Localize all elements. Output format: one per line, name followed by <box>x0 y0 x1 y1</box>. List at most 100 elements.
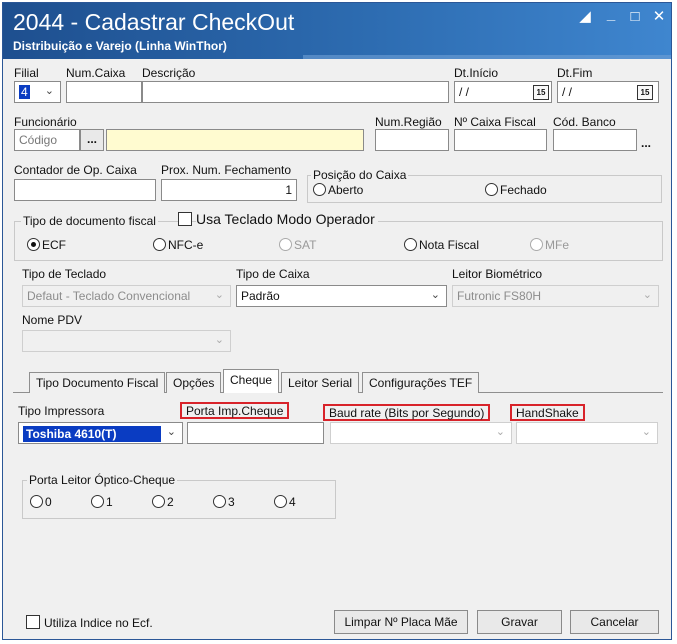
radio-aberto[interactable]: Aberto <box>313 183 363 197</box>
num-caixa-fiscal-input[interactable] <box>454 129 547 151</box>
tipo-teclado-select: Defaut - Teclado Convencional ⌄ <box>22 285 231 307</box>
radio-porta-0[interactable]: 0 <box>30 495 52 509</box>
radio-circle <box>152 495 165 508</box>
radio-circle <box>91 495 104 508</box>
cancelar-button[interactable]: Cancelar <box>570 610 659 634</box>
funcionario-name-input[interactable] <box>106 129 364 151</box>
handshake-label: HandShake <box>510 404 585 421</box>
tab-leitor-serial[interactable]: Leitor Serial <box>281 372 360 393</box>
minimize-icon[interactable]: _ <box>601 7 621 23</box>
maximize-icon[interactable]: □ <box>625 9 645 25</box>
window-title: 2044 - Cadastrar CheckOut <box>13 9 295 35</box>
calendar-icon[interactable]: 15 <box>533 85 549 100</box>
funcionario-label: Funcionário <box>14 115 77 129</box>
radio-nfce-label: NFC-e <box>168 238 204 252</box>
tipo-caixa-value: Padrão <box>241 289 280 303</box>
chevron-down-icon: ⌄ <box>214 289 224 301</box>
radio-nota-fiscal[interactable]: Nota Fiscal <box>404 238 479 252</box>
baud-rate-label: Baud rate (Bits por Segundo) <box>323 404 491 421</box>
codigo-input[interactable]: Código <box>14 129 80 151</box>
calendar-icon[interactable]: 15 <box>637 85 653 100</box>
chevron-down-icon: ⌄ <box>166 426 176 438</box>
usa-teclado-checkbox[interactable] <box>178 212 192 226</box>
handshake-select[interactable]: ⌄ <box>516 422 658 444</box>
chevron-down-icon: ⌄ <box>495 426 505 438</box>
radio-circle <box>404 238 417 251</box>
tab-cheque[interactable]: Cheque <box>223 369 280 393</box>
title-decoration <box>303 55 671 59</box>
num-regiao-label: Num.Região <box>375 115 442 129</box>
radio-aberto-label: Aberto <box>328 183 364 197</box>
radio-circle <box>313 183 326 196</box>
contador-input[interactable] <box>14 179 156 201</box>
chevron-down-icon: ⌄ <box>641 426 651 438</box>
utiliza-indice-checkbox[interactable] <box>26 615 40 629</box>
radio-circle <box>153 238 166 251</box>
tab-configuracoes-tef[interactable]: Configurações TEF <box>362 372 480 393</box>
radio-nfce[interactable]: NFC-e <box>153 238 203 252</box>
lookup-button[interactable]: ... <box>80 129 104 151</box>
num-caixa-input[interactable] <box>66 81 142 103</box>
chevron-down-icon: ⌄ <box>430 289 440 301</box>
radio-ecf[interactable]: ECF <box>27 238 66 252</box>
dt-fim-value: / / <box>562 85 573 99</box>
gravar-button[interactable]: Gravar <box>477 610 562 634</box>
filial-label: Filial <box>14 66 39 80</box>
filial-select[interactable]: 4 ⌄ <box>14 81 61 103</box>
radio-fechado-label: Fechado <box>500 183 547 197</box>
filial-value: 4 <box>19 85 30 99</box>
contador-label: Contador de Op. Caixa <box>14 163 137 177</box>
descricao-input[interactable] <box>142 81 449 103</box>
radio-porta-2-label: 2 <box>167 495 174 509</box>
limpar-placa-button[interactable]: Limpar Nº Placa Mãe <box>334 610 468 634</box>
tipo-caixa-select[interactable]: Padrão ⌄ <box>236 285 447 307</box>
radio-sat-label: SAT <box>294 238 317 252</box>
descricao-label: Descrição <box>142 66 196 80</box>
cod-banco-input[interactable] <box>553 129 637 151</box>
radio-porta-4[interactable]: 4 <box>274 495 296 509</box>
porta-imp-label: Porta Imp.Cheque <box>180 402 290 419</box>
posicao-label: Posição do Caixa <box>311 168 409 182</box>
restore-icon[interactable]: ◢ <box>575 9 595 25</box>
tab-opcoes[interactable]: Opções <box>166 372 222 393</box>
num-regiao-input[interactable] <box>375 129 449 151</box>
radio-porta-1[interactable]: 1 <box>91 495 113 509</box>
leitor-select: Futronic FS80H ⌄ <box>452 285 659 307</box>
utiliza-indice-label: Utiliza Indice no Ecf. <box>44 616 153 630</box>
usa-teclado-label: Usa Teclado Modo Operador <box>196 211 378 227</box>
radio-circle <box>30 495 43 508</box>
porta-imp-input[interactable] <box>187 422 324 444</box>
num-caixa-fiscal-label: Nº Caixa Fiscal <box>454 115 536 129</box>
radio-nota-fiscal-label: Nota Fiscal <box>419 238 480 252</box>
radio-porta-4-label: 4 <box>289 495 296 509</box>
radio-circle <box>530 238 543 251</box>
nome-pdv-select: ⌄ <box>22 330 231 352</box>
radio-porta-1-label: 1 <box>106 495 113 509</box>
radio-circle <box>213 495 226 508</box>
cod-banco-lookup-button[interactable]: ... <box>641 136 651 150</box>
radio-porta-2[interactable]: 2 <box>152 495 174 509</box>
leitor-value: Futronic FS80H <box>457 289 542 303</box>
radio-circle <box>279 238 292 251</box>
tipo-impressora-select[interactable]: Toshiba 4610(T) ⌄ <box>18 422 183 444</box>
window-subtitle: Distribuição e Varejo (Linha WinThor) <box>13 39 227 53</box>
radio-mfe: MFe <box>530 238 569 252</box>
cod-banco-label: Cód. Banco <box>553 115 616 129</box>
tab-tipo-documento-fiscal[interactable]: Tipo Documento Fiscal <box>29 372 166 393</box>
dt-inicio-label: Dt.Início <box>454 66 499 80</box>
title-bar: 2044 - Cadastrar CheckOut Distribuição e… <box>3 3 671 59</box>
radio-mfe-label: MFe <box>545 238 569 252</box>
close-icon[interactable]: ✕ <box>649 9 669 25</box>
chevron-down-icon: ⌄ <box>642 289 652 301</box>
radio-fechado[interactable]: Fechado <box>485 183 547 197</box>
tipo-doc-label: Tipo de documento fiscal <box>21 214 158 228</box>
radio-porta-3[interactable]: 3 <box>213 495 235 509</box>
prox-num-input[interactable]: 1 <box>161 179 297 201</box>
codigo-placeholder: Código <box>19 133 58 147</box>
baud-rate-select[interactable]: ⌄ <box>330 422 512 444</box>
tipo-caixa-label: Tipo de Caixa <box>236 267 310 281</box>
chevron-down-icon: ⌄ <box>214 334 224 346</box>
dt-inicio-value: / / <box>459 85 470 99</box>
prox-num-label: Prox. Num. Fechamento <box>161 163 292 177</box>
leitor-label: Leitor Biométrico <box>452 267 543 281</box>
